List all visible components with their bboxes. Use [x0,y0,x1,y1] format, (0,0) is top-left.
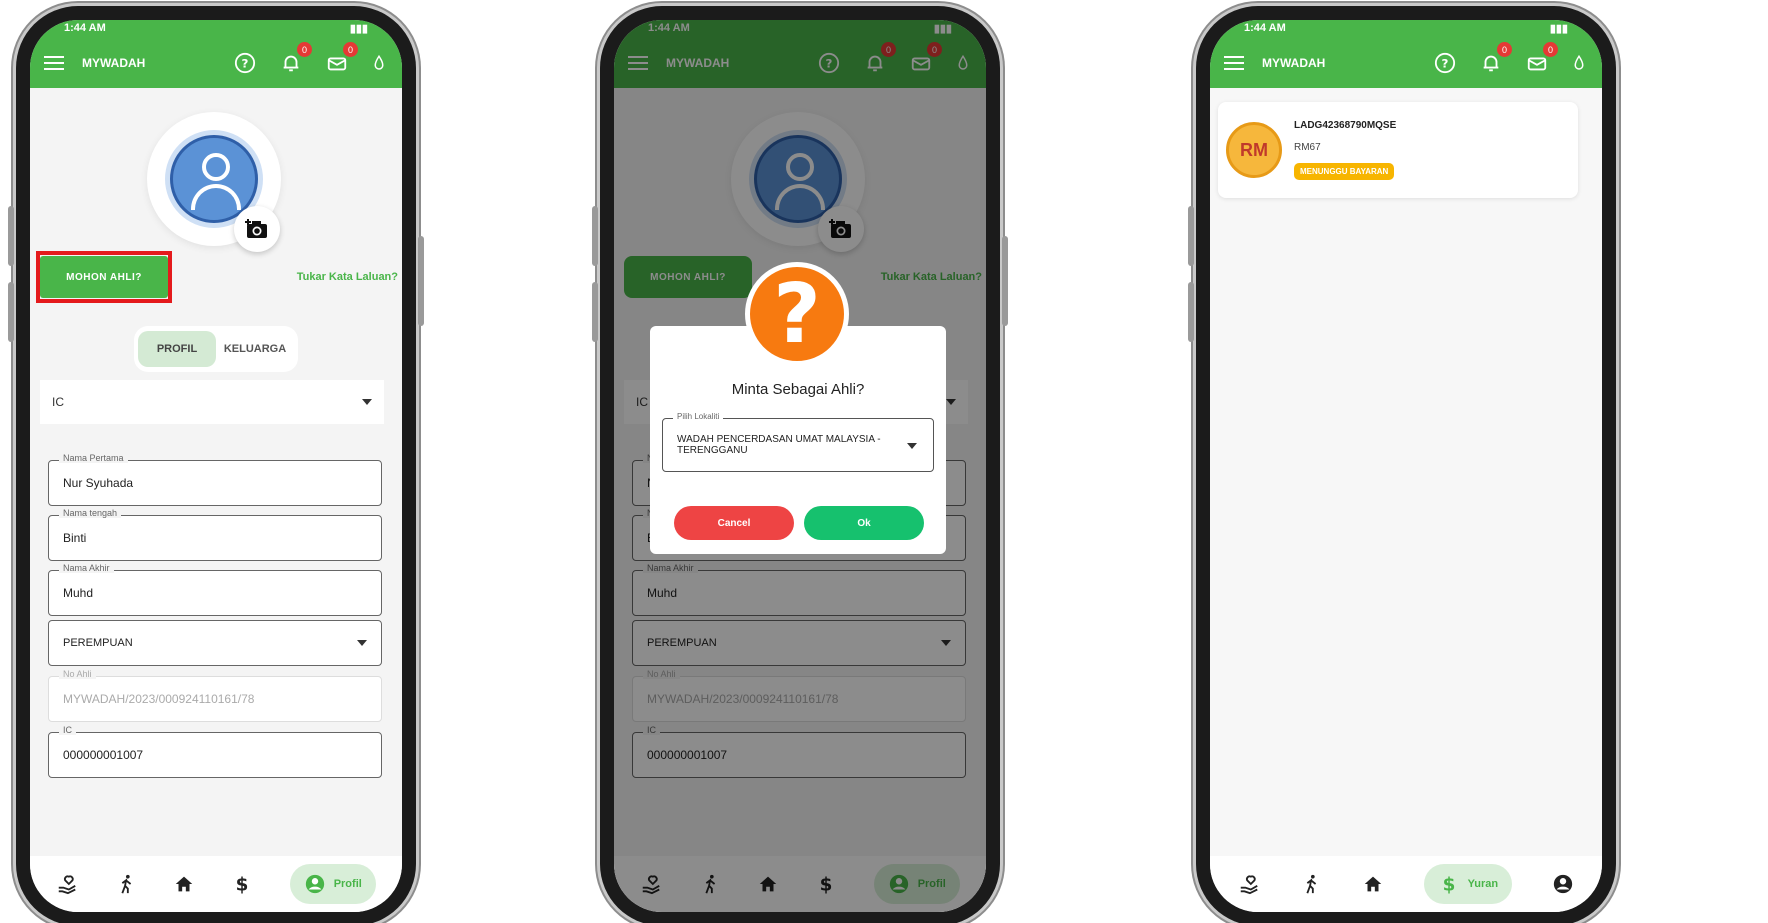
caret-down-icon [357,640,367,646]
last-name-field[interactable]: Nama Akhir Muhd [48,563,382,616]
last-name-value: Muhd [63,586,94,600]
phone-dialog: 1:44 AM ▮▮▮ MYWADAH ? 0 0 MOHON AHLI? Tuk… [592,6,1008,923]
user-icon [305,874,324,894]
tab-profil[interactable]: PROFIL [138,331,216,367]
app-bar: MYWADAH ? 0 0 [1210,38,1602,88]
ic-field[interactable]: IC 000000001007 [48,725,382,778]
last-name-label: Nama Akhir [59,563,114,573]
logo-icon [370,52,388,74]
caret-down-icon [362,399,372,405]
volume-button [592,206,598,266]
nav-yuran[interactable]: $ Yuran [1423,864,1513,904]
yuran-code: LADG42368790MQSE [1294,120,1397,131]
ok-button[interactable]: Ok [804,506,924,540]
notification-badge: 0 [1497,42,1512,57]
volume-button [592,282,598,342]
donation-icon[interactable] [56,864,78,904]
id-type-select[interactable]: IC [40,380,384,424]
lokaliti-select[interactable]: Pilih Lokaliti WADAH PENCERDASAN UMAT MA… [662,412,934,472]
power-button [418,236,424,326]
status-badge: MENUNGGU BAYARAN [1294,163,1395,180]
tukar-kata-laluan-link[interactable]: Tukar Kata Laluan? [297,271,398,283]
dollar-icon[interactable]: $ [231,864,253,904]
screen: 1:44 AM ▮▮▮ MYWADAH ? 0 0 MOHON AHLI? Tuk… [614,20,986,912]
no-ahli-value: MYWADAH/2023/000924110161/78 [63,692,255,706]
mail-badge: 0 [1543,42,1558,57]
first-name-value: Nur Syuhada [63,476,134,490]
donation-icon[interactable] [1238,864,1260,904]
dollar-icon: $ [1442,874,1455,895]
question-icon: ? [745,262,849,366]
svg-text:?: ? [242,57,249,71]
volume-button [8,206,14,266]
mail-icon[interactable]: 0 [326,42,358,74]
lokaliti-label: Pilih Lokaliti [673,412,724,421]
highlight-box [36,251,172,303]
gender-value: PEREMPUAN [63,637,133,649]
signal-icon: ▮▮▮ [349,23,368,35]
help-icon[interactable]: ? [234,52,256,74]
signal-icon: ▮▮▮ [1549,23,1568,35]
svg-text:$: $ [1442,874,1455,895]
profile-tabs: PROFIL KELUARGA [134,326,298,372]
home-icon[interactable] [173,864,195,904]
logo-icon [1570,52,1588,74]
bottom-nav: $ Yuran [1210,856,1602,912]
lokaliti-value: WADAH PENCERDASAN UMAT MALAYSIA - TERENG… [677,434,881,456]
menu-icon[interactable] [1224,56,1244,70]
cancel-button[interactable]: Cancel [674,506,794,540]
mail-icon[interactable]: 0 [1526,42,1558,74]
user-icon[interactable] [1552,864,1574,904]
bottom-nav: $ Profil [30,856,402,912]
ic-value: 000000001007 [63,748,144,762]
volume-button [8,282,14,342]
status-bar: 1:44 AM ▮▮▮ [30,20,402,38]
phone-yuran: 1:44 AM ▮▮▮ MYWADAH ? 0 0 RM LADG42368790… [1188,6,1616,923]
activity-icon[interactable] [115,864,137,904]
middle-name-label: Nama tengah [59,508,122,518]
first-name-field[interactable]: Nama Pertama Nur Syuhada [48,453,382,506]
notification-icon[interactable]: 0 [1480,42,1512,74]
tab-keluarga[interactable]: KELUARGA [216,331,294,367]
screen: 1:44 AM ▮▮▮ MYWADAH ? 0 0 RM LADG42368790… [1210,20,1602,912]
svg-text:$: $ [236,874,249,895]
stage: 1:44 AM ▮▮▮ MYWADAH ? 0 0 MOHON AHLI? Tuk… [0,0,1768,923]
no-ahli-label: No Ahli [59,669,96,679]
mail-badge: 0 [343,42,358,57]
notification-icon[interactable]: 0 [280,42,312,74]
nav-profil-label: Profil [333,878,362,890]
volume-button [1188,282,1194,342]
camera-icon[interactable] [234,206,280,252]
yuran-card[interactable]: RM LADG42368790MQSE RM67 MENUNGGU BAYARA… [1218,102,1578,198]
dialog-title: Minta Sebagai Ahli? [731,381,865,398]
nav-profil[interactable]: Profil [289,864,376,904]
caret-down-icon [907,443,917,449]
svg-text:?: ? [1442,57,1449,71]
menu-icon[interactable] [44,56,64,70]
status-time: 1:44 AM [64,22,106,34]
app-title: MYWADAH [1262,56,1326,70]
volume-button [1188,206,1194,266]
power-button [1002,236,1008,326]
activity-icon[interactable] [1300,864,1322,904]
status-time: 1:44 AM [1244,22,1286,34]
help-icon[interactable]: ? [1434,52,1456,74]
middle-name-field[interactable]: Nama tengah Binti [48,508,382,561]
nav-yuran-label: Yuran [1467,878,1499,890]
yuran-amount: RM67 [1294,142,1321,153]
first-name-label: Nama Pertama [59,453,128,463]
home-icon[interactable] [1362,864,1384,904]
app-title: MYWADAH [82,56,146,70]
no-ahli-field: No Ahli MYWADAH/2023/000924110161/78 [48,669,382,722]
middle-name-value: Binti [63,531,87,545]
screen: 1:44 AM ▮▮▮ MYWADAH ? 0 0 MOHON AHLI? Tuk… [30,20,402,912]
status-bar: 1:44 AM ▮▮▮ [1210,20,1602,38]
ic-label: IC [59,725,76,735]
id-type-value: IC [52,395,64,409]
notification-badge: 0 [297,42,312,57]
app-bar: MYWADAH ? 0 0 [30,38,402,88]
rm-coin-icon: RM [1226,122,1282,178]
gender-select[interactable]: PEREMPUAN [48,620,382,666]
phone-profile: 1:44 AM ▮▮▮ MYWADAH ? 0 0 MOHON AHLI? Tuk… [8,6,424,923]
